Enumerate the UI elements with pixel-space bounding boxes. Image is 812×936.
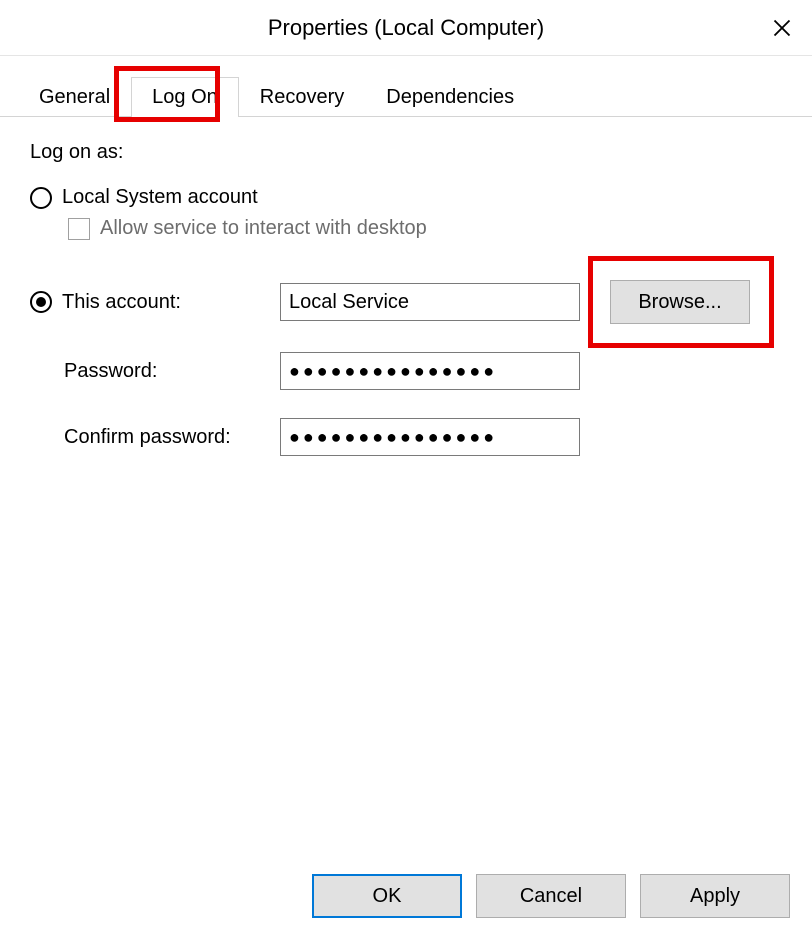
tab-general[interactable]: General [18, 77, 131, 117]
close-button[interactable] [766, 12, 798, 44]
logon-as-label: Log on as: [30, 141, 782, 164]
account-name-input[interactable] [280, 283, 580, 321]
tab-logon[interactable]: Log On [131, 77, 239, 117]
tab-dependencies[interactable]: Dependencies [365, 77, 535, 117]
checkbox-interact [68, 218, 90, 240]
tabs: General Log On Recovery Dependencies [0, 76, 812, 117]
dialog-buttons: OK Cancel Apply [312, 874, 790, 918]
option-this-account[interactable]: This account: [30, 291, 280, 314]
interact-label: Allow service to interact with desktop [100, 217, 427, 240]
password-input[interactable]: ●●●●●●●●●●●●●●● [280, 352, 580, 390]
ok-button[interactable]: OK [312, 874, 462, 918]
window-title: Properties (Local Computer) [268, 15, 544, 41]
logon-panel: Log on as: Local System account Allow se… [0, 117, 812, 480]
close-icon [772, 18, 792, 38]
this-account-label: This account: [62, 291, 181, 314]
password-label: Password: [30, 360, 280, 383]
interact-row: Allow service to interact with desktop [68, 217, 782, 240]
option-local-system[interactable]: Local System account [30, 186, 782, 209]
browse-button[interactable]: Browse... [610, 280, 750, 324]
confirm-password-label: Confirm password: [30, 426, 280, 449]
apply-button[interactable]: Apply [640, 874, 790, 918]
radio-this-account[interactable] [30, 291, 52, 313]
titlebar: Properties (Local Computer) [0, 0, 812, 56]
local-system-label: Local System account [62, 186, 258, 209]
confirm-password-input[interactable]: ●●●●●●●●●●●●●●● [280, 418, 580, 456]
cancel-button[interactable]: Cancel [476, 874, 626, 918]
radio-local-system[interactable] [30, 187, 52, 209]
tab-recovery[interactable]: Recovery [239, 77, 365, 117]
